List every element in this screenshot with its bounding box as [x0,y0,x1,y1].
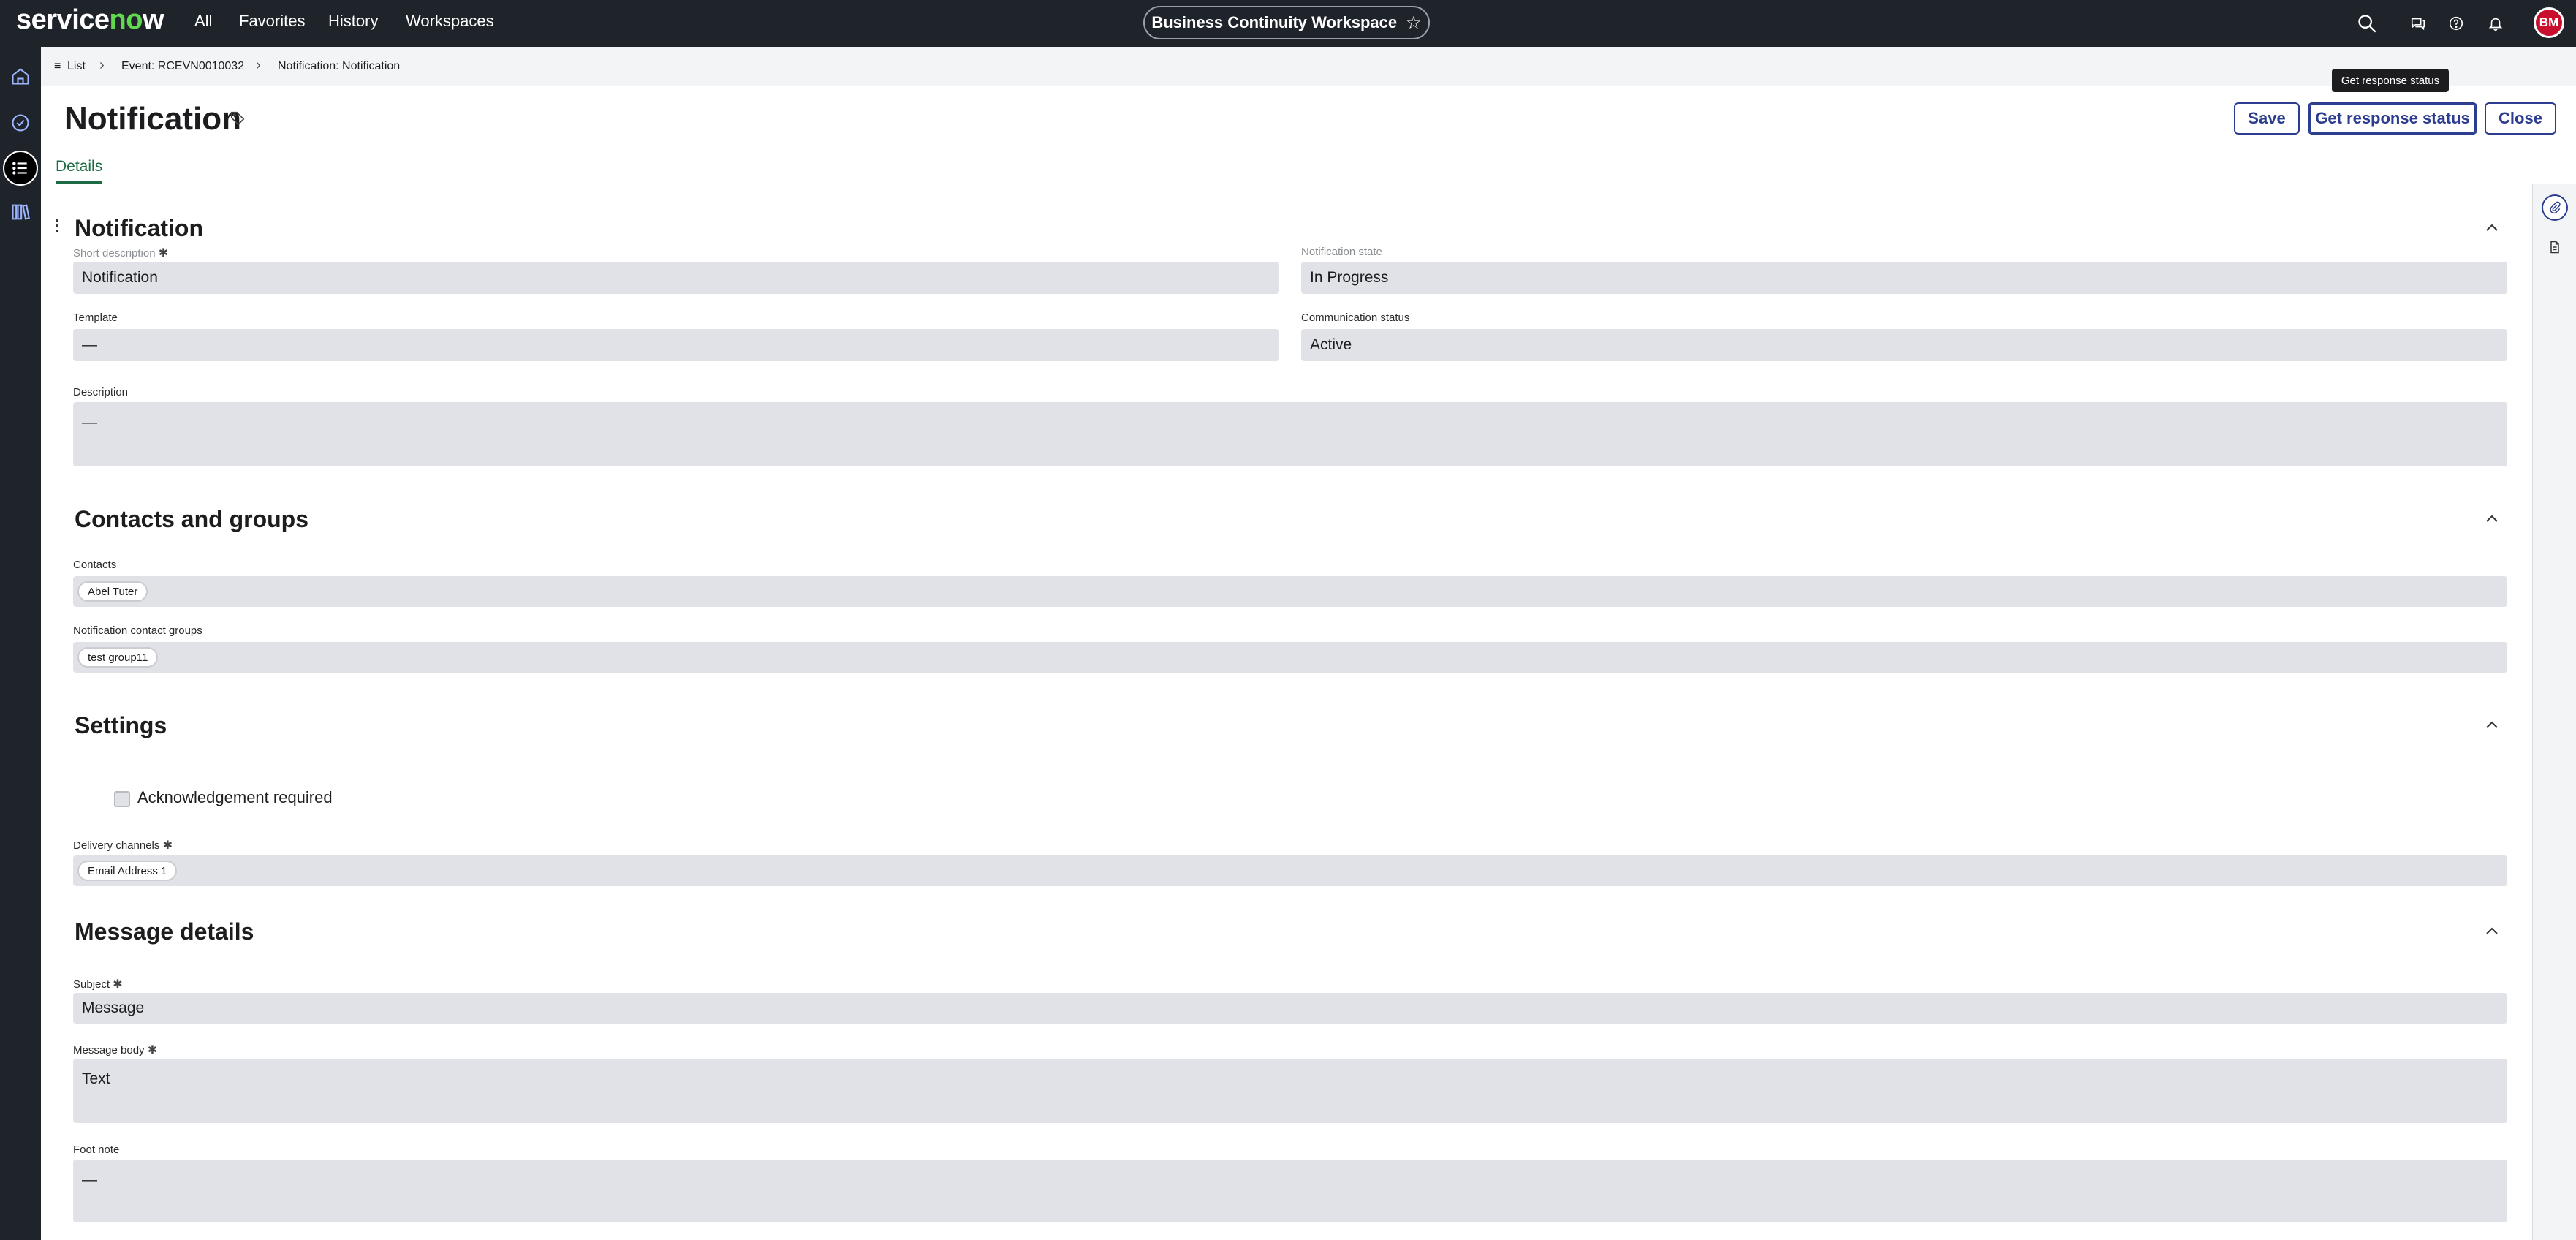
notification-state-field[interactable]: In Progress [1301,262,2507,294]
workspace-name: Business Continuity Workspace [1151,13,1398,31]
description-label: Description [73,386,129,398]
description-field[interactable]: — [73,402,2507,466]
close-button[interactable]: Close [2485,102,2556,135]
subject-field[interactable]: Message [73,993,2507,1024]
form-content: Notification Short description ✱ Notific… [41,184,2532,1240]
search-icon[interactable] [2352,9,2382,38]
right-rail [2532,184,2576,1240]
star-icon[interactable]: ☆ [1406,12,1422,34]
breadcrumb-current: Notification: Notification [278,60,401,72]
section-message-title: Message details [75,918,254,945]
bell-icon[interactable] [2481,9,2510,38]
acknowledgement-checkbox[interactable] [114,791,130,807]
chevron-up-icon[interactable] [2482,509,2501,528]
contact-groups-field[interactable]: test group11 [73,642,2507,673]
chevron-up-icon[interactable] [2482,218,2501,237]
delivery-pill[interactable]: Email Address 1 [77,861,178,881]
nav-all[interactable]: All [194,12,212,31]
avatar[interactable]: BM [2534,7,2564,38]
check-circle-icon[interactable] [3,105,38,140]
workspace-pill[interactable]: Business Continuity Workspace ☆ [1143,6,1430,39]
contacts-label: Contacts [73,559,117,571]
subject-label: Subject ✱ [73,978,123,991]
section-contacts-title: Contacts and groups [75,506,309,532]
breadcrumb-list[interactable]: List [67,60,86,73]
nav-workspaces[interactable]: Workspaces [406,12,494,31]
short-description-label: Short description ✱ [73,247,169,260]
tab-details[interactable]: Details [56,158,103,184]
breadcrumb: ≡ List › Event: RCEVN0010032 › Notificat… [41,47,2576,86]
paperclip-icon[interactable] [2543,196,2566,219]
delivery-channels-field[interactable]: Email Address 1 [73,855,2507,886]
acknowledgement-label: Acknowledgement required [137,788,333,806]
chevron-up-icon[interactable] [2482,921,2501,940]
library-icon[interactable] [3,194,38,230]
chevron-right-icon: › [99,57,105,73]
communication-status-label: Communication status [1301,311,1410,324]
chevron-right-icon: › [256,57,261,73]
left-rail [0,47,41,1240]
message-body-label: Message body ✱ [73,1044,158,1056]
list-icon: ≡ [54,60,61,72]
contacts-field[interactable]: Abel Tuter [73,576,2507,607]
tag-icon[interactable] [230,110,246,129]
page-title: Notification [64,101,241,137]
nav-history[interactable]: History [328,12,378,31]
group-pill[interactable]: test group11 [77,647,159,668]
servicenow-logo[interactable]: servicenow [16,4,164,36]
top-nav: servicenow All Favorites History Workspa… [0,0,2576,47]
chat-icon[interactable] [2403,9,2433,38]
short-description-field[interactable]: Notification [73,262,1279,294]
home-icon[interactable] [3,58,38,94]
section-settings-title: Settings [75,712,167,738]
help-icon[interactable] [2441,9,2471,38]
list-icon[interactable] [3,151,38,186]
footnote-label: Foot note [73,1143,120,1156]
chevron-up-icon[interactable] [2482,715,2501,734]
message-body-field[interactable]: Text [73,1059,2507,1123]
contact-groups-label: Notification contact groups [73,624,202,637]
contact-pill[interactable]: Abel Tuter [77,581,148,602]
section-notification-title: Notification [75,215,203,241]
delivery-channels-label: Delivery channels ✱ [73,839,173,852]
template-label: Template [73,311,118,324]
drag-handle-icon[interactable] [54,218,60,238]
breadcrumb-event[interactable]: Event: RCEVN0010032 [121,60,244,73]
notification-state-label: Notification state [1301,246,1382,258]
document-icon[interactable] [2543,235,2566,259]
get-response-status-button[interactable]: Get response status [2308,102,2477,135]
save-button[interactable]: Save [2234,102,2300,135]
nav-favorites[interactable]: Favorites [239,12,305,31]
record-header: Notification Save Get response status Cl… [41,86,2576,184]
footnote-field[interactable]: — [73,1160,2507,1222]
tooltip: Get response status [2332,69,2449,92]
communication-status-field[interactable]: Active [1301,329,2507,361]
template-field[interactable]: — [73,329,1279,361]
